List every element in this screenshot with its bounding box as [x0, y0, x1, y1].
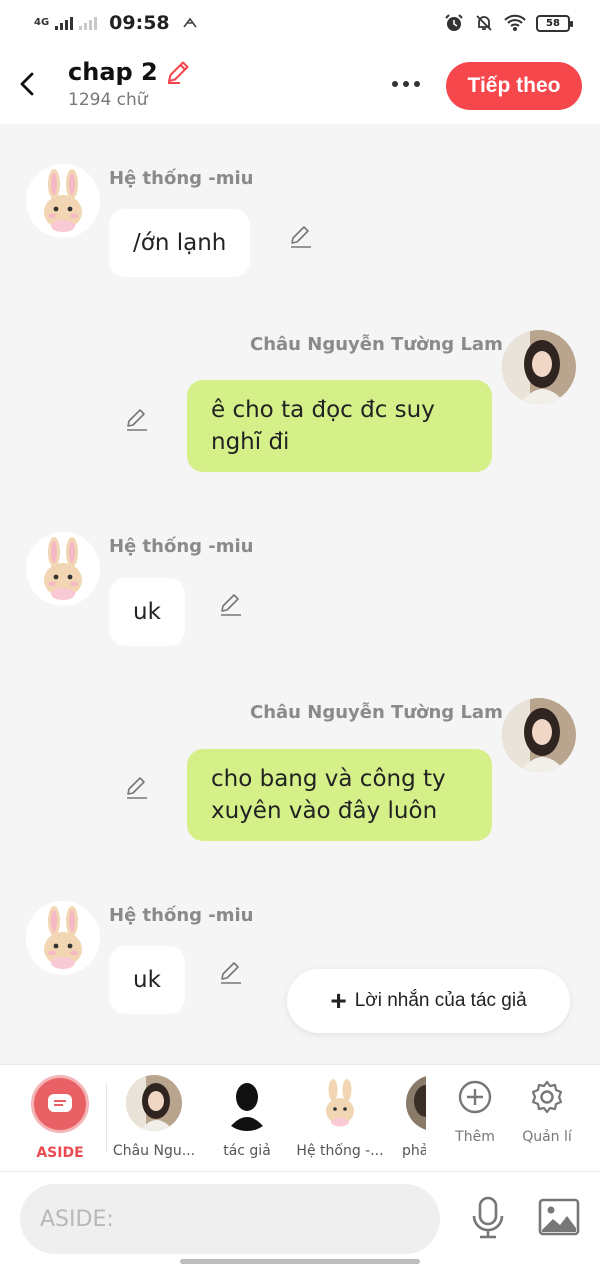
- notification-icon: [183, 17, 197, 28]
- edit-message-pencil-icon[interactable]: [124, 774, 150, 800]
- edit-title-pencil-icon[interactable]: [164, 58, 192, 86]
- girl-avatar[interactable]: [502, 698, 576, 772]
- character-label: Châu Ngu...: [112, 1143, 196, 1159]
- divider: [106, 1083, 107, 1153]
- network-type: 4G: [34, 17, 50, 28]
- author-note-button[interactable]: + Lời nhắn của tác giả: [287, 969, 570, 1033]
- gear-icon: [531, 1080, 563, 1114]
- next-chapter-button[interactable]: Tiếp theo: [446, 62, 582, 110]
- character-label: Hệ thống -...: [296, 1143, 384, 1159]
- character-label: ASIDE: [36, 1145, 84, 1161]
- bunny-avatar: [312, 1075, 368, 1131]
- message-sender: Châu Nguyễn Tường Lam: [250, 702, 503, 723]
- more-options-icon[interactable]: [386, 72, 426, 96]
- bunny-avatar[interactable]: [26, 901, 100, 975]
- chapter-title: chap 2: [68, 58, 158, 86]
- manage-button[interactable]: Quản lí: [512, 1079, 582, 1145]
- girl-avatar[interactable]: [502, 330, 576, 404]
- bunny-avatar[interactable]: [26, 164, 100, 238]
- signal-icon: [55, 16, 74, 30]
- signal-icon-secondary: [79, 16, 98, 30]
- message-bubble[interactable]: /ớn lạnh: [109, 209, 251, 277]
- add-label: Thêm: [455, 1129, 495, 1145]
- message-sender: Hệ thống -miu: [109, 905, 254, 926]
- silhouette-avatar: [219, 1075, 275, 1131]
- character-label: phả: [402, 1143, 426, 1159]
- message-bubble[interactable]: cho bang và công ty xuyên vào đây luôn: [187, 749, 492, 841]
- input-bar: [0, 1172, 600, 1267]
- message-sender: Hệ thống -miu: [109, 536, 254, 557]
- title-block: chap 2 1294 chữ: [68, 58, 192, 110]
- character-aside[interactable]: ASIDE: [15, 1075, 105, 1161]
- edit-message-pencil-icon[interactable]: [218, 591, 244, 617]
- character-system[interactable]: Hệ thống -...: [295, 1075, 385, 1159]
- message-bubble[interactable]: uk: [109, 578, 185, 646]
- character-partial[interactable]: phả: [388, 1075, 426, 1159]
- message-bubble[interactable]: uk: [109, 946, 185, 1014]
- message-sender: Châu Nguyễn Tường Lam: [250, 334, 503, 355]
- partial-avatar: [406, 1075, 426, 1131]
- author-note-label: Lời nhắn của tác giả: [354, 990, 527, 1011]
- character-chau[interactable]: Châu Ngu...: [109, 1075, 199, 1159]
- image-icon[interactable]: [538, 1198, 580, 1236]
- plus-icon: +: [330, 985, 347, 1016]
- girl-avatar: [126, 1075, 182, 1131]
- manage-label: Quản lí: [522, 1129, 572, 1145]
- character-author[interactable]: tác giả: [202, 1075, 292, 1159]
- edit-message-pencil-icon[interactable]: [218, 959, 244, 985]
- character-bar: ASIDE Châu Ngu... tác giả Hệ thống -... …: [0, 1064, 600, 1172]
- back-arrow-icon[interactable]: [16, 68, 40, 100]
- home-indicator: [180, 1259, 420, 1264]
- add-character-button[interactable]: Thêm: [440, 1079, 510, 1145]
- character-label: tác giả: [223, 1143, 271, 1159]
- word-count: 1294 chữ: [68, 90, 148, 110]
- message-sender: Hệ thống -miu: [109, 168, 254, 189]
- battery-indicator: 58: [536, 14, 573, 32]
- chapter-title-row[interactable]: chap 2: [68, 58, 192, 86]
- mute-bell-icon: [476, 15, 492, 31]
- aside-chat-icon: [31, 1075, 89, 1133]
- message-input[interactable]: [20, 1184, 440, 1254]
- status-bar: 4G 09:58 58: [0, 0, 600, 46]
- add-circle-icon: [458, 1080, 492, 1114]
- alarm-icon: [445, 14, 463, 31]
- edit-message-pencil-icon[interactable]: [124, 406, 150, 432]
- clock: 09:58: [109, 12, 170, 34]
- wifi-icon: [504, 14, 526, 31]
- chapter-header: chap 2 1294 chữ Tiếp theo: [0, 46, 600, 124]
- microphone-icon[interactable]: [470, 1196, 506, 1240]
- edit-message-pencil-icon[interactable]: [288, 223, 314, 249]
- bunny-avatar[interactable]: [26, 532, 100, 606]
- chat-area[interactable]: Hệ thống -miu /ớn lạnh Châu Nguyễn Tường…: [0, 124, 600, 1064]
- message-bubble[interactable]: ê cho ta đọc đc suy nghĩ đi: [187, 380, 492, 472]
